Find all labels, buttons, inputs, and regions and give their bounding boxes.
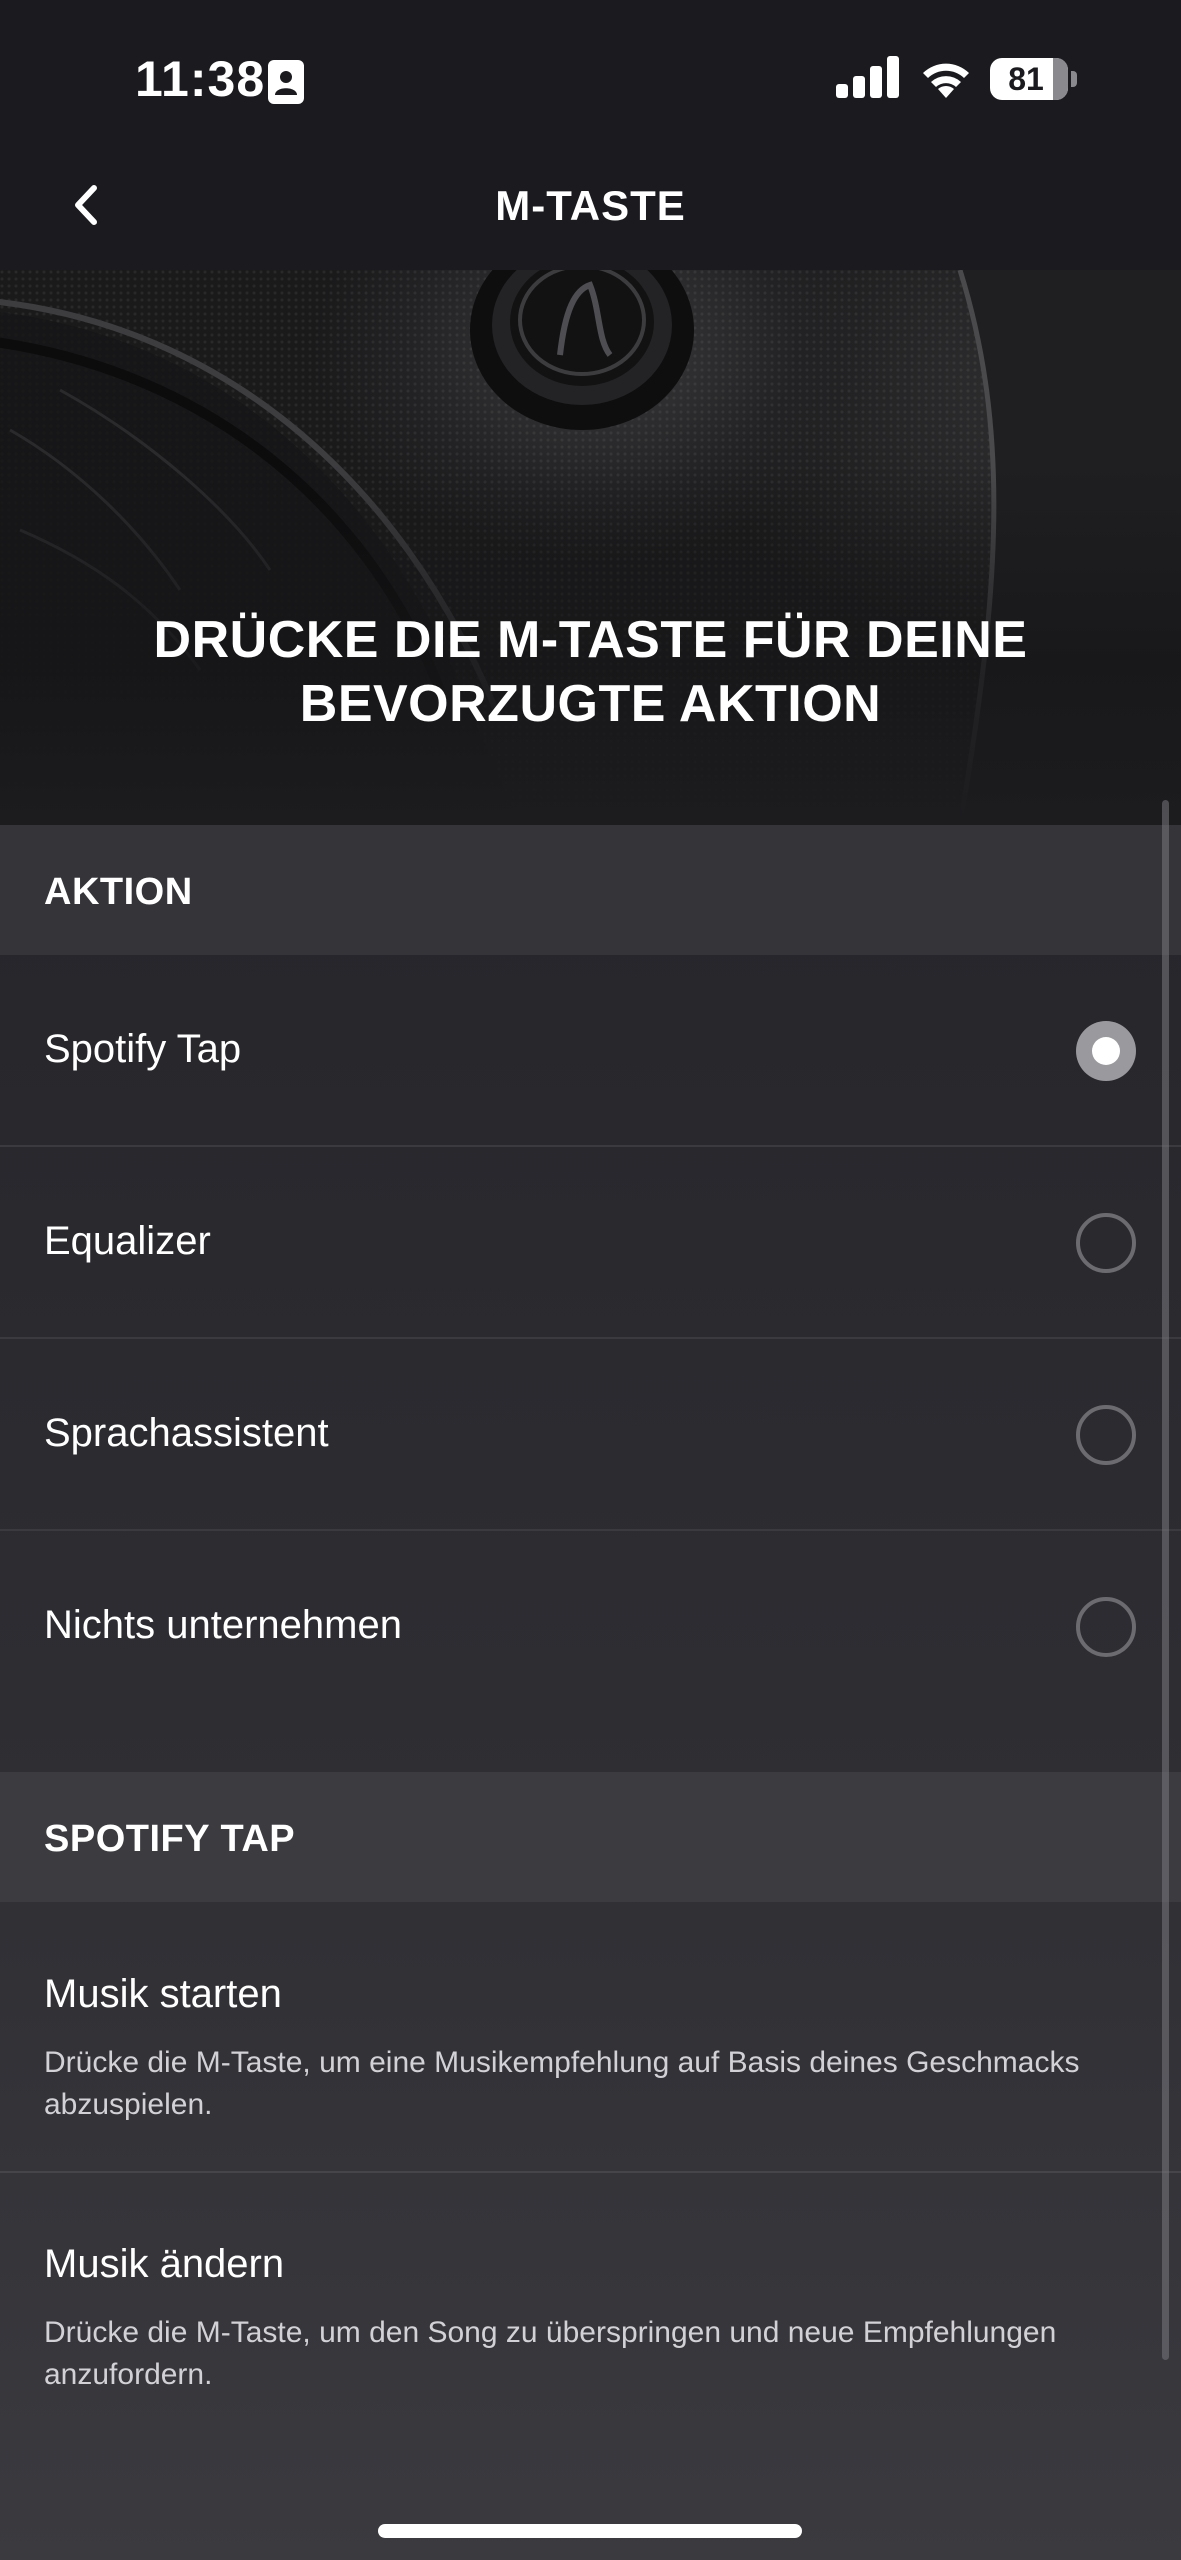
- option-spotify-tap[interactable]: Spotify Tap: [0, 955, 1181, 1147]
- divider: [0, 2171, 1181, 2173]
- radio-dot: [1092, 1037, 1120, 1065]
- option-nichts-unternehmen[interactable]: Nichts unternehmen: [0, 1531, 1181, 1723]
- radio-button[interactable]: [1076, 1597, 1136, 1657]
- m-taste-settings-screen: 11:38 81 M-TASTE DRÜCKE DIE M-TASTE FÜR …: [0, 0, 1181, 2560]
- info-title: Musik ändern: [44, 2242, 285, 2286]
- option-equalizer[interactable]: Equalizer: [0, 1147, 1181, 1339]
- info-title: Musik starten: [44, 1972, 282, 2016]
- hero-title: DRÜCKE DIE M-TASTE FÜR DEINE BEVORZUGTE …: [153, 611, 1028, 733]
- status-bar: 11:38 81: [0, 0, 1181, 140]
- battery-tip: [1071, 71, 1077, 87]
- info-description: Drücke die M-Taste, um den Song zu übers…: [44, 2316, 1057, 2391]
- battery-percent: 81: [1008, 61, 1044, 97]
- section-header-aktion: AKTION: [0, 825, 1181, 955]
- battery-body: 81: [990, 58, 1068, 100]
- option-sprachassistent[interactable]: Sprachassistent: [0, 1339, 1181, 1531]
- option-label: Spotify Tap: [44, 1027, 242, 1071]
- option-label: Nichts unternehmen: [44, 1603, 402, 1647]
- wifi-icon: [923, 63, 969, 98]
- hero-banner: DRÜCKE DIE M-TASTE FÜR DEINE BEVORZUGTE …: [0, 270, 1181, 825]
- scroll-indicator[interactable]: [1162, 800, 1169, 2360]
- status-time: 11:38: [135, 51, 266, 107]
- cellular-signal-icon: [836, 56, 899, 98]
- radio-button[interactable]: [1076, 1405, 1136, 1465]
- contact-card-icon: [268, 60, 304, 104]
- info-description: Drücke die M-Taste, um eine Musikempfehl…: [44, 2046, 1080, 2121]
- section-header-spotify-tap: SPOTIFY TAP: [0, 1772, 1181, 1902]
- section-title: SPOTIFY TAP: [44, 1818, 296, 1860]
- section-title: AKTION: [44, 871, 193, 913]
- page-title: M-TASTE: [495, 182, 686, 229]
- radio-button[interactable]: [1076, 1213, 1136, 1273]
- option-label: Sprachassistent: [44, 1411, 329, 1455]
- battery-icon: 81: [990, 58, 1078, 100]
- home-indicator[interactable]: [378, 2524, 802, 2538]
- option-label: Equalizer: [44, 1219, 211, 1263]
- navigation-bar: M-TASTE: [0, 140, 1181, 270]
- radio-button[interactable]: [1076, 1021, 1136, 1081]
